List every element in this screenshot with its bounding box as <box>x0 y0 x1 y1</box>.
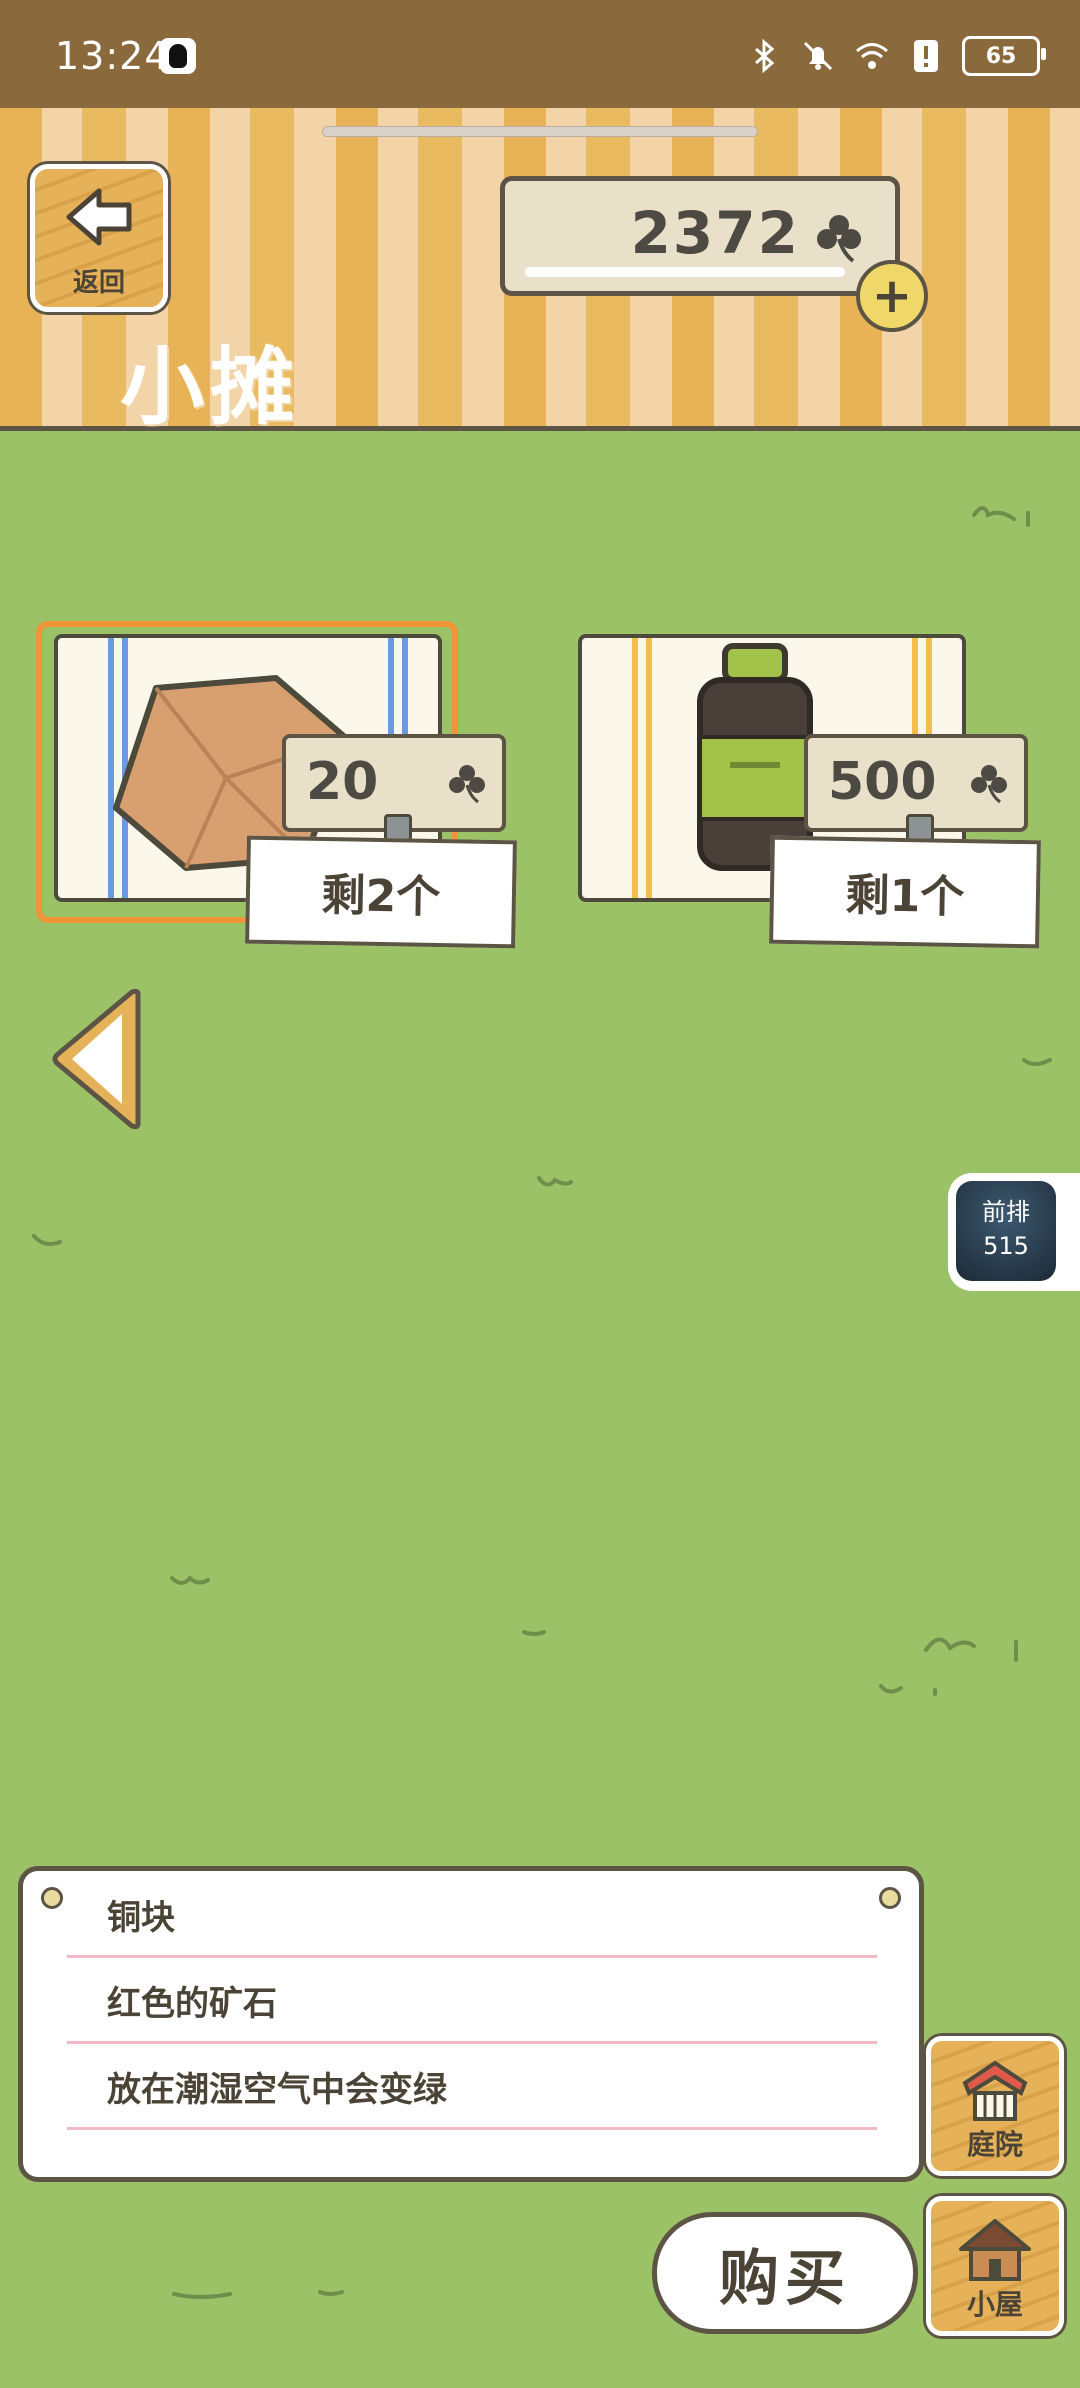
grass-decoration <box>32 1234 62 1246</box>
rank-label: 前排 <box>982 1198 1030 1226</box>
item-desc-2: 放在潮湿空气中会变绿 <box>107 2070 447 2110</box>
clover-icon <box>449 765 485 804</box>
grass-decoration <box>170 1575 210 1585</box>
back-label: 返回 <box>72 268 125 298</box>
desc-line: 红色的矿石 <box>67 1957 877 2044</box>
stall-item-bottle[interactable]: 500 剩1个 <box>570 628 1041 949</box>
drag-handle[interactable] <box>322 126 758 137</box>
balance-shine <box>525 267 845 277</box>
yard-label: 庭院 <box>966 2128 1023 2161</box>
desc-line: 放在潮湿空气中会变绿 <box>67 2043 877 2130</box>
clover-icon <box>817 215 861 263</box>
bluetooth-icon <box>755 38 775 74</box>
grass-decoration <box>972 506 1030 527</box>
grass-decoration <box>879 1684 937 1696</box>
pin-dot <box>879 1887 901 1909</box>
item-name: 铜块 <box>107 1898 175 1938</box>
house-button[interactable]: 小屋 <box>926 2196 1064 2336</box>
status-icons: 65 <box>746 36 1046 76</box>
pin-dot <box>41 1887 63 1909</box>
item-desc-1: 红色的矿石 <box>107 1984 277 2024</box>
stall-item-copper[interactable]: 20 剩2个 <box>36 621 517 949</box>
desc-line: 铜块 <box>67 1871 877 1958</box>
battery-level: 65 <box>985 43 1017 69</box>
add-clover-button[interactable]: + <box>856 260 928 332</box>
price-tag: 500 <box>804 734 1028 846</box>
house-label: 小屋 <box>966 2288 1023 2321</box>
status-time: 13:24 <box>55 34 170 78</box>
buy-button[interactable]: 购买 <box>652 2212 918 2334</box>
qq-notification-icon <box>160 38 196 74</box>
status-bar: 13:24 65 <box>0 0 1080 108</box>
clover-count: 2372 <box>630 199 800 267</box>
back-button[interactable]: 返回 <box>30 164 168 312</box>
stock-label: 剩1个 <box>769 835 1041 949</box>
price-tag: 20 <box>282 734 506 846</box>
price-value: 500 <box>828 752 937 812</box>
yard-icon <box>962 2060 1028 2121</box>
battery-indicator: 65 <box>962 36 1046 76</box>
stock-label: 剩2个 <box>245 835 517 949</box>
grass-decoration <box>924 1637 1018 1662</box>
grass-decoration <box>522 1630 546 1636</box>
grass-decoration <box>1022 1058 1052 1066</box>
price-value: 20 <box>306 752 379 812</box>
back-arrow-icon <box>66 188 132 246</box>
queue-rank-avatar: 前排 515 <box>956 1181 1056 1281</box>
yard-button[interactable]: 庭院 <box>926 2036 1064 2176</box>
alert-icon <box>914 40 938 72</box>
wifi-icon <box>856 43 888 69</box>
clover-icon <box>971 765 1007 804</box>
queue-rank-badge[interactable]: 前排 515 <box>948 1173 1080 1291</box>
item-description-panel: 铜块 红色的矿石 放在潮湿空气中会变绿 <box>18 1866 924 2182</box>
grass-decoration <box>172 2290 344 2299</box>
clover-balance: 2372 <box>500 176 900 296</box>
mute-bell-icon <box>803 41 833 71</box>
grass-decoration <box>537 1176 573 1187</box>
house-icon <box>959 2219 1031 2281</box>
rank-number: 515 <box>983 1232 1029 1260</box>
previous-page-button[interactable] <box>50 988 146 1130</box>
page-title: 小摊 <box>120 338 301 436</box>
